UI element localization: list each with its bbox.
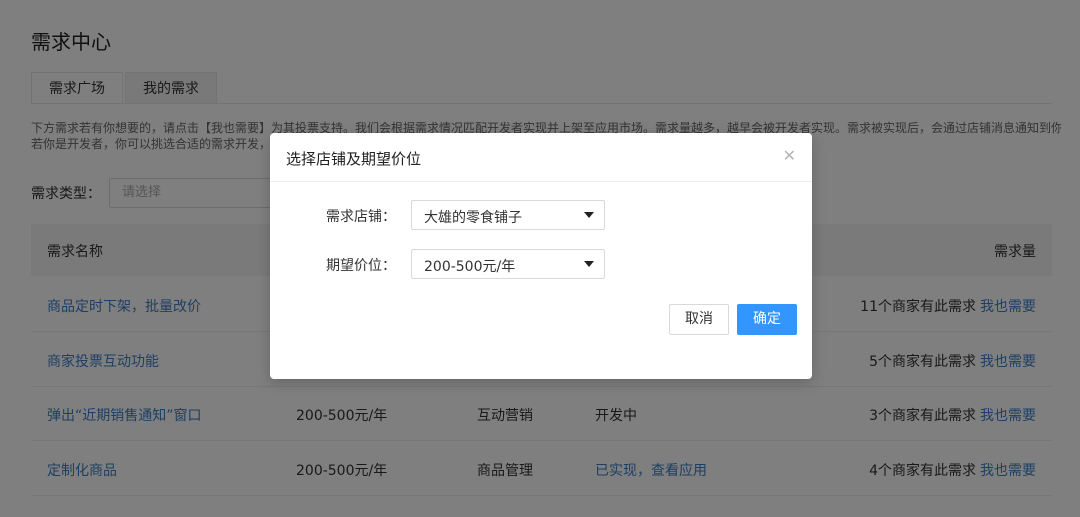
- close-icon[interactable]: ✕: [783, 146, 796, 166]
- caret-down-icon: [584, 261, 594, 267]
- store-form-row: 需求店铺： 大雄的零食铺子: [270, 200, 812, 230]
- store-select[interactable]: 大雄的零食铺子: [411, 200, 605, 230]
- caret-down-icon: [584, 212, 594, 218]
- select-store-price-dialog: 选择店铺及期望价位 ✕ 需求店铺： 大雄的零食铺子 期望价位： 200-500元…: [270, 133, 812, 379]
- store-label: 需求店铺：: [326, 209, 396, 225]
- dialog-header: 选择店铺及期望价位 ✕: [270, 133, 812, 182]
- price-select[interactable]: 200-500元/年: [411, 249, 605, 279]
- price-label: 期望价位：: [326, 258, 396, 274]
- price-form-row: 期望价位： 200-500元/年: [270, 249, 812, 279]
- dialog-title: 选择店铺及期望价位: [286, 150, 422, 168]
- store-select-value: 大雄的零食铺子: [424, 210, 522, 226]
- price-select-value: 200-500元/年: [424, 259, 516, 275]
- confirm-button[interactable]: 确定: [737, 304, 797, 335]
- cancel-button[interactable]: 取消: [669, 304, 729, 335]
